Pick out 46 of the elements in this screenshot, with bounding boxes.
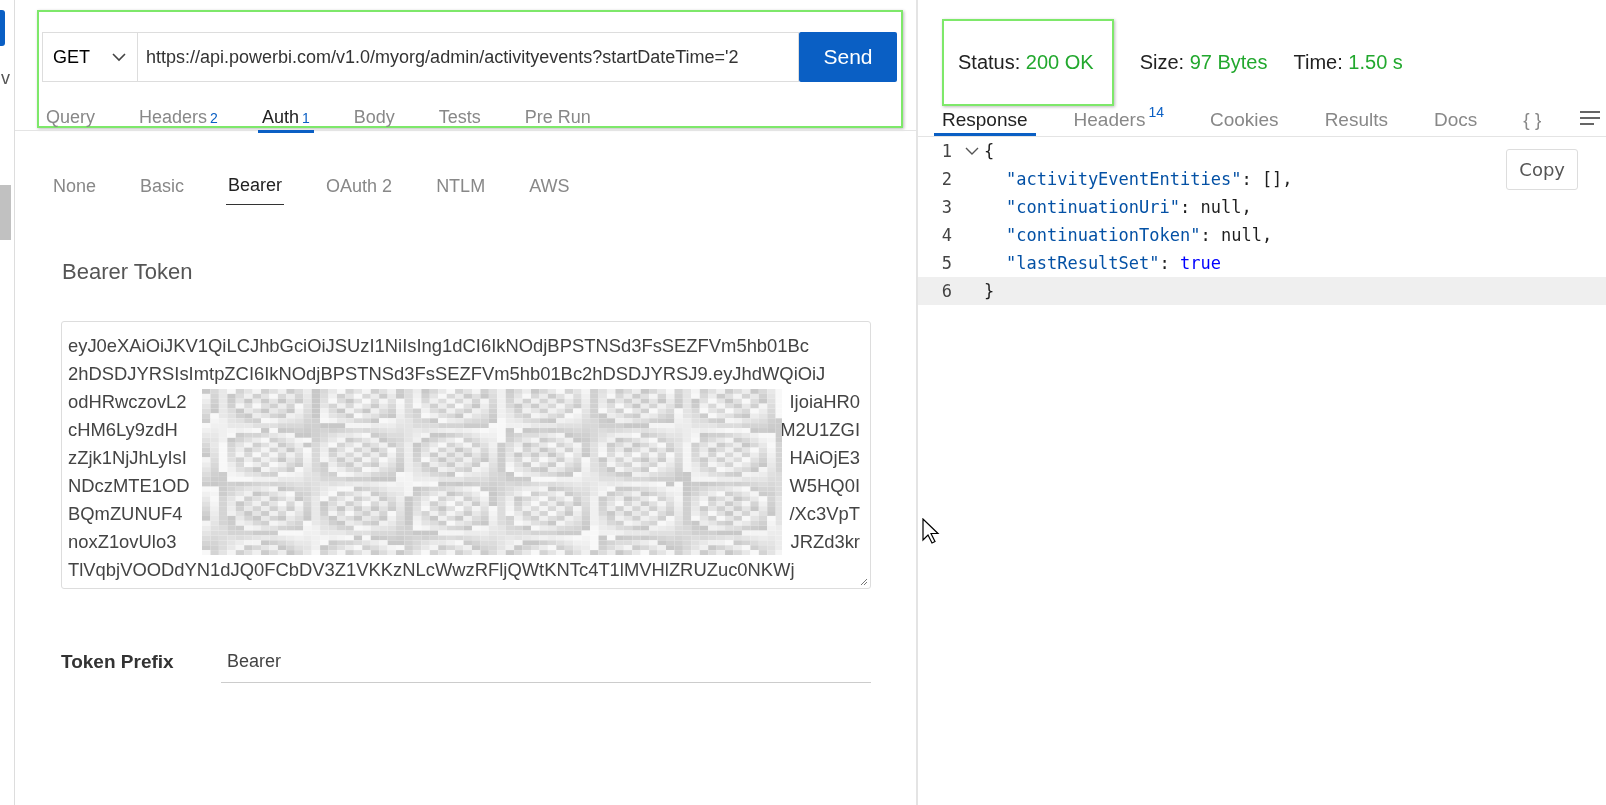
status-text: Status: 200 OK: [942, 18, 1114, 106]
line-number: 6: [940, 281, 953, 301]
chevron-down-icon: [111, 52, 127, 62]
scrollbar: [0, 185, 11, 240]
mouse-pointer-icon: [922, 518, 940, 544]
line-number: 4: [940, 225, 953, 245]
line-number: 5: [940, 253, 953, 273]
auth-tab[interactable]: None: [51, 171, 99, 205]
resize-grip-icon: [858, 576, 868, 586]
request-tab[interactable]: Query: [42, 94, 100, 130]
line-number: 1: [940, 141, 953, 161]
menu-icon[interactable]: [1579, 110, 1602, 126]
sidebar-label: v: [1, 68, 10, 89]
code-line: {: [984, 141, 995, 161]
section-title: Bearer Token: [62, 259, 194, 285]
code-line: "continuationToken": null,: [1005, 225, 1273, 245]
fold-chevron-icon[interactable]: [965, 146, 979, 156]
send-button[interactable]: Send: [799, 32, 897, 82]
request-tab[interactable]: Pre Run: [520, 94, 595, 130]
url-field[interactable]: https://api.powerbi.com/v1.0/myorg/admin/activityevents?startDateTime='2: [138, 32, 799, 82]
response-tab[interactable]: { }: [1515, 109, 1550, 136]
token-field[interactable]: eyJ0eXAiOiJKV1QiLCJhbGciOiJSUzI1NiIsIng1dCI6IkNOdjBPSTNSd3FsSEZFVm5hb01Bc 2hDSDJYRSIsImtpZCI6IkNOdjBPSTNSd3FsSEZFVm5hb01Bc2hDSDJYRSJ9.eyJhdWQiOiJ odHRwczovL2 IjoiaHR0 cHM6Ly9zdH M2U1ZGI zZjk1NjJhLyIsI HAiOjE3 NDczMTE1OD W5HQ0I BQmZUNUF4 /Xc3VpT noxZ1ovUlo3 JRZd3kr TlVqbjVOODdYN1dJQ0FCbDV3Z1VKKzNLcWwzRFljQWtKNTc4T1lMVHlZRUZuc0NKWj: [61, 321, 871, 589]
response-tab[interactable]: Headers$^{14}$: [1065, 105, 1172, 136]
code-line: "lastResultSet": true: [1005, 253, 1221, 273]
request-tab[interactable]: Body: [349, 94, 399, 130]
code-line: }: [984, 281, 995, 301]
method-dropdown[interactable]: GET: [42, 32, 138, 82]
line-number: 3: [940, 197, 953, 217]
response-tab[interactable]: Results: [1316, 109, 1396, 136]
sidebar-tab-marker: [0, 10, 5, 46]
response-tab[interactable]: Response: [934, 109, 1036, 136]
auth-tab[interactable]: Bearer: [226, 171, 285, 205]
auth-tab[interactable]: OAuth 2: [324, 171, 395, 205]
code-line: "activityEventEntities": [],: [1005, 169, 1293, 189]
response-tab[interactable]: Cookies: [1201, 109, 1287, 136]
auth-tab[interactable]: NTLM: [434, 171, 488, 205]
auth-tab[interactable]: Basic: [138, 171, 187, 205]
response-tab[interactable]: Docs: [1426, 109, 1486, 136]
code-line: "continuationUri": null,: [1005, 197, 1252, 217]
copy-button[interactable]: Copy: [1506, 149, 1578, 190]
request-tab[interactable]: Tests: [434, 94, 485, 130]
size-text: Size: 97 Bytes: [1139, 50, 1268, 74]
time-text: Time: 1.50 s: [1293, 50, 1403, 74]
line-number: 2: [940, 169, 953, 189]
field-label: Token Prefix: [61, 651, 175, 673]
auth-tab[interactable]: AWS: [527, 171, 572, 205]
